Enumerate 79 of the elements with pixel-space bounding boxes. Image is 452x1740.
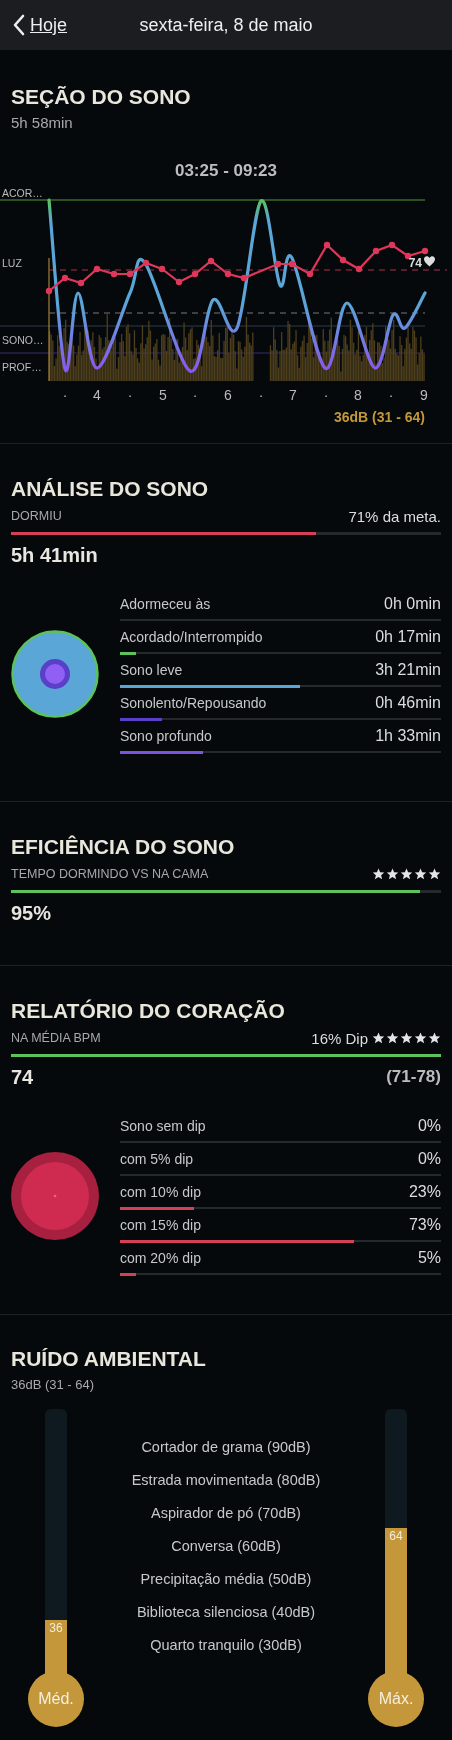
tick-label: 4: [93, 387, 101, 403]
tick-label: 6: [224, 387, 232, 403]
metric-label: NA MÉDIA BPM: [11, 1031, 101, 1045]
tick-label: 9: [420, 387, 428, 403]
stage-value: 3h 21min: [375, 661, 441, 679]
section-title: RELATÓRIO DO CORAÇÃO: [11, 998, 286, 1024]
tick-label: 7: [289, 387, 297, 403]
dip-percent: 0%: [417, 1150, 441, 1168]
star-icon: [400, 868, 413, 880]
stage-value: 0h 46min: [375, 694, 441, 712]
gauge-bulb: Méd.: [28, 1671, 84, 1727]
star-icon: [386, 1032, 399, 1044]
star-icon: [414, 1032, 427, 1044]
stage-label: Sono profundo: [120, 728, 212, 744]
time-range: 03:25 - 09:23: [173, 161, 279, 182]
stage-label: Acordado/Interrompido: [120, 629, 263, 645]
section-title: ANÁLISE DO SONO: [11, 476, 210, 502]
metric-label: TEMPO DORMINDO VS NA CAMA: [11, 867, 209, 881]
noise-reference: Biblioteca silenciosa (40dB): [136, 1603, 316, 1622]
noise-reference: Aspirador de pó (70dB): [151, 1504, 301, 1523]
dip-percent: 73%: [408, 1216, 441, 1234]
noise-reference: Estrada movimentada (80dB): [131, 1471, 321, 1490]
noise-reference: Quarto tranquilo (30dB): [150, 1636, 302, 1655]
noise-reference: Precipitação média (50dB): [140, 1570, 312, 1589]
section-title: EFICIÊNCIA DO SONO: [11, 834, 236, 860]
gauge-reading: 64: [389, 1528, 403, 1544]
dip-category: com 15% dip: [120, 1217, 201, 1233]
stage-value: 0h 17min: [375, 628, 441, 646]
dip-percent: 0%: [417, 1117, 441, 1135]
stage-label: Adormeceu às: [120, 596, 211, 612]
gauge-bulb: Máx.: [368, 1671, 424, 1727]
axis-label: SONO…: [2, 334, 44, 346]
dip-category: com 5% dip: [120, 1151, 194, 1167]
section-title: RUÍDO AMBIENTAL: [11, 1346, 207, 1372]
noise-reference: Cortador de grama (90dB): [141, 1438, 311, 1457]
goal-label: 71% da meta.: [348, 507, 441, 525]
session-duration: 5h 58min: [10, 114, 74, 131]
metric-label: DORMIU: [11, 509, 62, 523]
tick-label: 5: [159, 387, 167, 403]
dip-label: 16% Dip: [311, 1029, 368, 1047]
tick-label: 8: [354, 387, 362, 403]
dip-category: Sono sem dip: [120, 1118, 206, 1134]
tick-label: ·: [323, 387, 329, 403]
dip-percent: 23%: [408, 1183, 441, 1201]
average-bpm: 74: [11, 1065, 34, 1089]
back-link[interactable]: Hoje: [13, 14, 68, 36]
axis-label: ACOR…: [2, 187, 43, 199]
tick-label: ·: [192, 387, 198, 403]
stage-value: 0h 0min: [384, 595, 441, 613]
star-icon: [414, 868, 427, 880]
tick-label: ·: [258, 387, 264, 403]
star-icon: [372, 1032, 385, 1044]
tick-label: ·: [388, 387, 394, 403]
noise-level-label: 36dB (31 - 64): [332, 408, 426, 426]
star-icon: [372, 868, 385, 880]
noise-reference: Conversa (60dB): [171, 1537, 281, 1556]
heart-icon: [424, 256, 435, 267]
star-icon: [386, 868, 399, 880]
stage-label: Sono leve: [120, 662, 183, 678]
star-icon: [428, 1032, 441, 1044]
tick-label: ·: [127, 387, 133, 403]
dip-category: com 20% dip: [120, 1250, 201, 1266]
axis-label: PROF…: [2, 361, 42, 373]
dip-category: com 10% dip: [120, 1184, 201, 1200]
stage-value: 1h 33min: [375, 727, 441, 745]
bpm-range: (71-78): [386, 1067, 441, 1087]
axis-label: LUZ: [2, 257, 22, 269]
dip-percent: 5%: [417, 1249, 441, 1267]
stage-label: Sonolento/Repousando: [120, 695, 267, 711]
efficiency-value: 95%: [11, 901, 53, 925]
star-icon: [428, 868, 441, 880]
heart-rate-label: 74: [408, 256, 422, 270]
sleep-total: 5h 41min: [11, 543, 99, 567]
gauge-reading: 36: [49, 1620, 63, 1636]
noise-summary: 36dB (31 - 64): [11, 1377, 96, 1392]
section-title: SEÇÃO DO SONO: [10, 84, 192, 110]
star-icon: [400, 1032, 413, 1044]
back-chevron-icon: [13, 14, 25, 36]
tick-label: ·: [62, 387, 68, 403]
